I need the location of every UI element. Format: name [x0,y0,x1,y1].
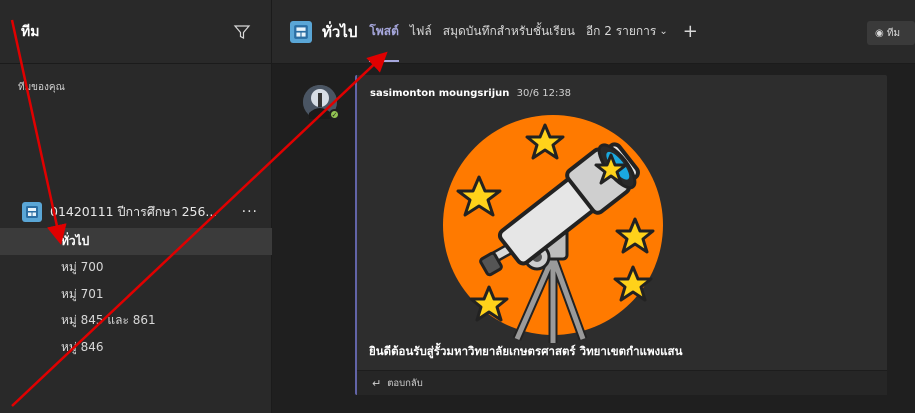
presence-available-icon: ✓ [329,109,340,120]
post-author[interactable]: sasimonton moungsrijun [370,88,509,99]
post-message: ยินดีต้อนรับสู่รั้วมหาวิทยาลัยเกษตรศาสตร… [369,344,683,358]
teams-window: ทีม ทีมของคุณ 01420111 ปีการศึกษา 256...… [0,0,915,413]
channel-team-icon [290,20,312,43]
team-button-label: ทีม [886,27,901,39]
add-tab-button[interactable]: + [683,21,698,42]
more-options-icon[interactable]: ··· [242,204,258,220]
sidebar-header: ทีม [0,0,271,64]
sidebar-title: ทีม [21,23,40,40]
channel-header: ทั่วไป โพสต์ ไฟล์ สมุดบันทึกสำหรับชั้นเร… [272,0,915,64]
channel-item-general[interactable]: ทั่วไป [0,228,272,255]
team-button[interactable]: ◉ ทีม [867,21,915,45]
posts-feed: ✓ sasimonton moungsrijun 30/6 12:38 ยินด… [272,65,915,413]
avatar[interactable]: ✓ [303,85,340,120]
tab-class-notebook[interactable]: สมุดบันทึกสำหรับชั้นเรียน [443,0,575,64]
reply-label: ตอบกลับ [387,377,423,389]
channel-list: ทั่วไป หมู่ 700 หมู่ 701 หมู่ 845 และ 86… [0,228,272,361]
post-meta: sasimonton moungsrijun 30/6 12:38 [370,88,571,99]
channel-item-700[interactable]: หมู่ 700 [0,255,272,282]
team-item[interactable]: 01420111 ปีการศึกษา 256... ··· [22,198,266,226]
eye-icon: ◉ [875,27,887,39]
tab-more-label: อีก 2 รายการ [585,24,657,38]
reply-button[interactable]: ↵ ตอบกลับ [357,370,887,395]
tab-files[interactable]: ไฟล์ [410,0,432,64]
team-name: 01420111 ปีการศึกษา 256... [50,204,218,219]
team-icon [22,202,42,222]
reply-arrow-icon: ↵ [372,376,382,390]
channel-item-846[interactable]: หมู่ 846 [0,334,272,361]
channel-title: ทั่วไป [322,22,358,41]
tab-more[interactable]: อีก 2 รายการ ⌄ [586,0,668,64]
post-time: 30/6 12:38 [516,88,572,99]
tab-posts[interactable]: โพสต์ [369,0,400,64]
filter-icon[interactable] [233,23,251,41]
channel-item-845-861[interactable]: หมู่ 845 และ 861 [0,308,272,335]
channel-item-701[interactable]: หมู่ 701 [0,281,272,308]
your-teams-label: ทีมของคุณ [18,82,65,93]
post-card: sasimonton moungsrijun 30/6 12:38 ยินดีต… [355,75,887,395]
telescope-illustration[interactable] [435,107,671,347]
chevron-down-icon: ⌄ [659,26,668,37]
teams-sidebar: ทีม ทีมของคุณ 01420111 ปีการศึกษา 256...… [0,0,272,413]
